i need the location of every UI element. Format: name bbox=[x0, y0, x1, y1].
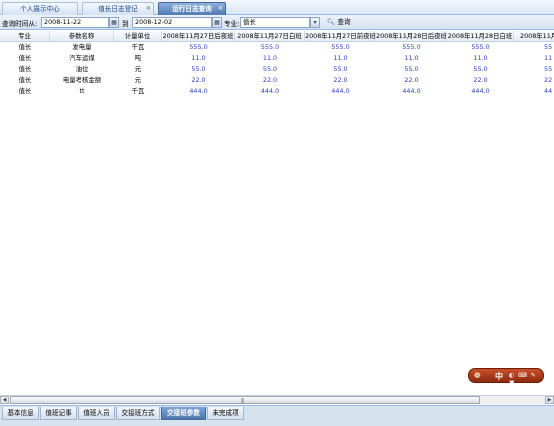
cell-value: 55.0 bbox=[191, 65, 206, 73]
cell-major: 值长 bbox=[18, 54, 32, 62]
cell-value: 555.0 bbox=[471, 43, 490, 51]
ime-mode-label[interactable]: 中 bbox=[495, 371, 503, 382]
tab-label: 运行日志查询 bbox=[172, 5, 212, 13]
cell-value: 11.0 bbox=[473, 54, 488, 62]
table-row[interactable]: 值长 汽车运煤 吨 11.0 11.0 11.0 11.0 11.0 11 bbox=[0, 53, 554, 63]
cell-value: 555.0 bbox=[402, 43, 421, 51]
cell-value: 22.0 bbox=[404, 76, 419, 84]
calendar-icon[interactable]: ▦ bbox=[212, 17, 222, 28]
ime-icon[interactable]: ❁ bbox=[474, 371, 481, 380]
table-row[interactable]: 值长 电量考核金额 元 22.0 22.0 22.0 22.0 22.0 22 bbox=[0, 75, 554, 85]
cell-param-name: tt bbox=[79, 87, 85, 95]
tab-unfinished-items[interactable]: 未完成项 bbox=[207, 407, 244, 420]
cell-value: 22.0 bbox=[473, 76, 488, 84]
query-toolbar: 查询时间从: 2008-11-22 ▦ 到 2008-12-02 ▦ 专业: 值… bbox=[0, 15, 554, 30]
cell-value: 555.0 bbox=[260, 43, 280, 51]
cell-unit: 元 bbox=[134, 76, 142, 84]
cell-value: 11.0 bbox=[191, 54, 206, 62]
calendar-icon[interactable]: ▦ bbox=[109, 17, 119, 28]
cell-value: 444.0 bbox=[402, 87, 421, 95]
start-date-label: 查询时间从: bbox=[2, 20, 38, 28]
horizontal-scrollbar[interactable]: ◀ ||| ▶ bbox=[0, 395, 554, 404]
cell-param-name: 电量考核金额 bbox=[62, 76, 102, 84]
close-icon[interactable]: ✕ bbox=[218, 3, 223, 15]
search-icon: 🔍︎ bbox=[327, 18, 336, 26]
table-row[interactable]: 值长 tt 千瓦 444.0 444.0 444.0 444.0 444.0 4… bbox=[0, 86, 554, 96]
cell-major: 值长 bbox=[18, 87, 32, 95]
chevron-down-icon[interactable]: ▾ bbox=[310, 17, 320, 28]
ime-options-icons[interactable]: ◐ ⌨ ✎ ▣ bbox=[509, 372, 543, 386]
header-shift[interactable]: 2008年11月27日前夜班 bbox=[305, 31, 376, 42]
cell-param-name: 油位 bbox=[75, 65, 89, 73]
cell-major: 值长 bbox=[18, 43, 32, 51]
tab-duty-staff[interactable]: 值班人员 bbox=[78, 407, 115, 420]
cell-value: 444.0 bbox=[331, 87, 350, 95]
start-date-input[interactable]: 2008-11-22 bbox=[41, 17, 109, 28]
cell-unit: 元 bbox=[134, 65, 142, 73]
grip-icon: ||| bbox=[241, 398, 244, 404]
cell-value: 55.0 bbox=[473, 65, 488, 73]
header-major[interactable]: 专业 bbox=[0, 31, 50, 42]
cell-value: 11.0 bbox=[404, 54, 419, 62]
cell-value: 55.0 bbox=[404, 65, 419, 73]
cell-value: 22 bbox=[544, 76, 553, 84]
cell-value: 55 bbox=[544, 43, 553, 51]
tab-basic-info[interactable]: 基本信息 bbox=[2, 407, 39, 420]
cell-value: 55.0 bbox=[262, 65, 278, 73]
cell-value: 22.0 bbox=[262, 76, 278, 84]
tab-shift-log-entry[interactable]: 值长日志登记 ✕ bbox=[82, 2, 154, 15]
to-label: 到 bbox=[122, 20, 129, 28]
cell-value: 55.0 bbox=[333, 65, 348, 73]
cell-value: 11.0 bbox=[333, 54, 348, 62]
cell-value: 555.0 bbox=[189, 43, 208, 51]
header-shift[interactable]: 2008年11月 bbox=[514, 31, 554, 42]
scroll-right-icon[interactable]: ▶ bbox=[545, 396, 554, 404]
cell-unit: 千瓦 bbox=[131, 87, 145, 95]
tab-label: 值长日志登记 bbox=[98, 5, 138, 13]
cell-value: 444.0 bbox=[189, 87, 208, 95]
major-label: 专业: bbox=[224, 20, 240, 28]
end-date-input[interactable]: 2008-12-02 bbox=[132, 17, 212, 28]
ime-toolbar[interactable]: ❁ 中 ◐ ⌨ ✎ ▣ bbox=[468, 368, 544, 386]
cell-value: 11.0 bbox=[262, 54, 278, 62]
tab-handover-params[interactable]: 交接班参数 bbox=[161, 407, 206, 420]
header-unit[interactable]: 计量单位 bbox=[114, 31, 162, 42]
close-icon[interactable]: ✕ bbox=[146, 3, 151, 15]
header-param-name[interactable]: 参数名称 bbox=[50, 31, 114, 42]
cell-value: 444.0 bbox=[260, 87, 280, 95]
cell-value: 44 bbox=[544, 87, 553, 95]
cell-value: 11 bbox=[544, 54, 553, 62]
cell-value: 555.0 bbox=[331, 43, 350, 51]
tab-personal-center[interactable]: 个人展示中心 bbox=[2, 2, 78, 15]
table-row[interactable]: 值长 发电量 千瓦 555.0 555.0 555.0 555.0 555.0 … bbox=[0, 42, 554, 52]
tab-handover-method[interactable]: 交接班方式 bbox=[116, 407, 160, 420]
major-select[interactable]: 值长 bbox=[240, 17, 310, 28]
cell-unit: 千瓦 bbox=[131, 43, 145, 51]
cell-value: 22.0 bbox=[333, 76, 348, 84]
tab-run-log-query[interactable]: 运行日志查询 ✕ bbox=[158, 2, 226, 15]
header-shift[interactable]: 2008年11月28日白班 bbox=[447, 31, 514, 42]
cell-value: 444.0 bbox=[471, 87, 490, 95]
cell-unit: 吨 bbox=[134, 54, 142, 62]
top-tab-strip: 个人展示中心 值长日志登记 ✕ 运行日志查询 ✕ bbox=[0, 0, 554, 15]
log-grid: 专业 参数名称 计量单位 2008年11月27日后夜班 2008年11月27日白… bbox=[0, 31, 554, 395]
bottom-tab-strip: 基本信息 值班记事 值班人员 交接班方式 交接班参数 未完成项 bbox=[0, 405, 554, 426]
cell-param-name: 汽车运煤 bbox=[69, 54, 95, 62]
cell-major: 值长 bbox=[18, 65, 32, 73]
table-row[interactable]: 值长 油位 元 55.0 55.0 55.0 55.0 55.0 55 bbox=[0, 64, 554, 74]
scroll-thumb[interactable]: ||| bbox=[10, 396, 480, 404]
cell-value: 22.0 bbox=[191, 76, 206, 84]
scroll-left-icon[interactable]: ◀ bbox=[0, 396, 9, 404]
cell-param-name: 发电量 bbox=[72, 43, 92, 51]
query-button[interactable]: 🔍︎ 查询 bbox=[324, 17, 354, 28]
grid-header: 专业 参数名称 计量单位 2008年11月27日后夜班 2008年11月27日白… bbox=[0, 31, 554, 42]
header-shift[interactable]: 2008年11月27日后夜班 bbox=[162, 31, 235, 42]
header-shift[interactable]: 2008年11月27日白班 bbox=[235, 31, 305, 42]
header-shift[interactable]: 2008年11月28日后夜班 bbox=[376, 31, 447, 42]
cell-major: 值长 bbox=[18, 76, 32, 84]
cell-value: 55 bbox=[544, 65, 553, 73]
tab-duty-notes[interactable]: 值班记事 bbox=[40, 407, 77, 420]
query-button-label: 查询 bbox=[337, 18, 351, 26]
tab-label: 个人展示中心 bbox=[20, 5, 60, 13]
